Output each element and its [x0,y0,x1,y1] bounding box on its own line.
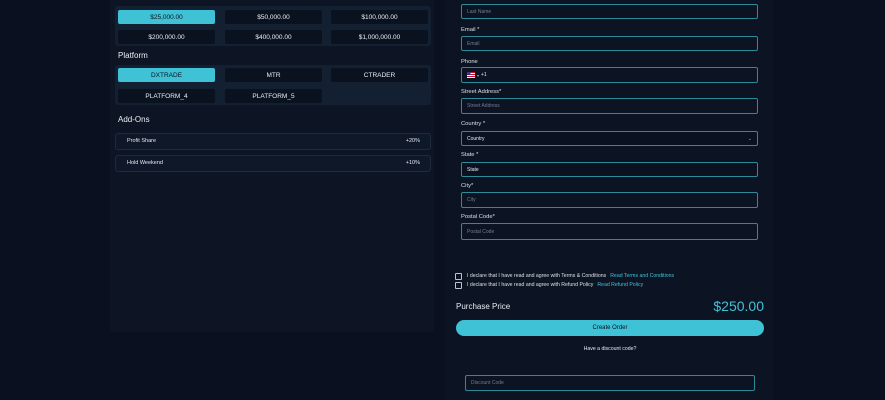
street-address-input[interactable]: Street Address [461,98,758,114]
platform-option-platform-5[interactable]: PLATFORM_5 [225,89,322,103]
email-label: Email * [461,27,480,33]
refund-link[interactable]: Read Refund Policy [597,282,643,288]
country-select-value: Country [467,135,485,142]
us-flag-icon [467,72,475,78]
discount-code-toggle[interactable]: Have a discount code? [456,346,764,352]
account-size-option-1000000[interactable]: $1,000,000.00 [331,30,428,44]
platform-option-platform-4[interactable]: PLATFORM_4 [118,89,215,103]
platform-option-ctrader[interactable]: CTRADER [331,68,428,82]
country-select[interactable]: Country ⌄ [461,131,758,146]
postal-code-input[interactable]: Postal Code [461,223,758,240]
platform-option-mtr[interactable]: MTR [225,68,322,82]
terms-agreement: I declare that I have read and agree wit… [467,273,674,279]
addon-row-hold-weekend[interactable]: Hold Weekend +10% [115,155,431,172]
city-input[interactable]: City [461,192,758,208]
refund-agreement: I declare that I have read and agree wit… [467,282,643,288]
phone-country-code: +1 [481,72,487,78]
addon-price: +20% [405,138,420,144]
addon-price: +10% [405,160,420,166]
postal-code-label: Postal Code* [461,214,495,220]
purchase-price-value: $250.00 [713,298,764,314]
account-size-option-400000[interactable]: $400,000.00 [225,30,322,44]
addon-name: Profit Share [127,138,157,144]
refund-checkbox[interactable] [455,282,462,289]
city-label: City* [461,183,474,189]
chevron-down-icon: ▾ [477,72,480,78]
chevron-down-icon: ⌄ [747,135,752,142]
create-order-button[interactable]: Create Order [456,320,764,336]
terms-text: I declare that I have read and agree wit… [467,273,607,279]
purchase-price-label: Purchase Price [456,302,511,311]
addons-heading: Add-Ons [118,115,150,124]
state-label: State * [461,152,479,158]
state-select[interactable]: State [461,162,758,177]
country-label: Country * [461,121,486,127]
terms-checkbox[interactable] [455,273,462,280]
platform-heading: Platform [118,51,148,60]
phone-label: Phone [461,59,478,65]
addon-name: Hold Weekend [127,160,163,166]
platform-option-dxtrade[interactable]: DXTRADE [118,68,215,82]
account-size-option-200000[interactable]: $200,000.00 [118,30,215,44]
phone-input[interactable]: ▾ +1 [461,67,758,83]
addon-row-profit-share[interactable]: Profit Share +20% [115,133,431,150]
discount-code-input[interactable]: Discount Code [465,375,755,391]
street-address-label: Street Address* [461,89,502,95]
last-name-input[interactable]: Last Name [461,4,758,19]
terms-link[interactable]: Read Terms and Conditions [610,273,674,279]
refund-text: I declare that I have read and agree wit… [467,282,594,288]
email-input[interactable]: Email [461,36,758,51]
account-size-option-50000[interactable]: $50,000.00 [225,10,322,24]
account-size-option-100000[interactable]: $100,000.00 [331,10,428,24]
account-size-option-25000[interactable]: $25,000.00 [118,10,215,24]
